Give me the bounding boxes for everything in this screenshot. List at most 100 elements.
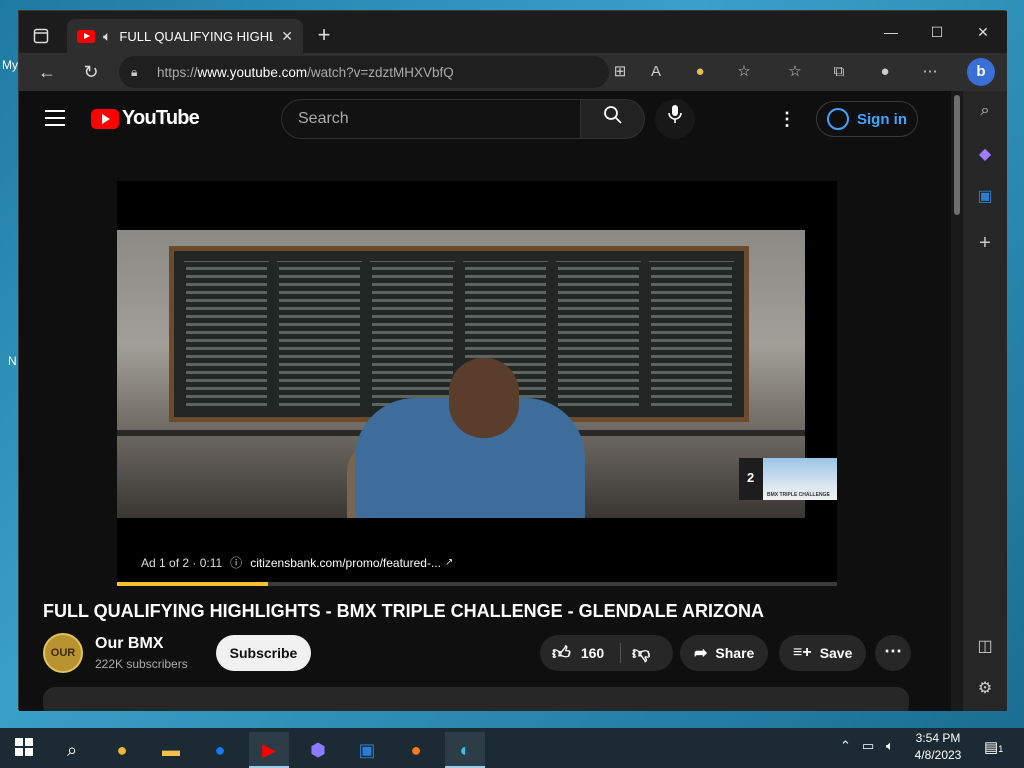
channel-avatar[interactable]: OUR BMX — [43, 633, 83, 673]
sign-in-label: Sign in — [857, 110, 907, 128]
app-available-icon[interactable]: ⊞ — [609, 61, 631, 83]
vertical-scrollbar[interactable] — [951, 91, 963, 711]
chrome-icon[interactable]: ● — [102, 732, 142, 768]
close-tab-icon[interactable]: ✕ — [281, 28, 293, 45]
outlook-icon[interactable]: ▣ — [347, 732, 387, 768]
dislike-button[interactable]: 👎︎ — [632, 635, 650, 671]
speaker-icon[interactable]: 🔈︎ — [103, 28, 111, 45]
close-window-button[interactable]: ✕ — [963, 19, 1003, 45]
info-icon[interactable]: ⓘ — [230, 554, 242, 571]
youtube-logo-icon — [91, 108, 119, 129]
tab-bar: 🔈︎ FULL QUALIFYING HIGHLIGHTS ✕ + — ☐ ✕ — [19, 11, 1007, 53]
network-icon[interactable]: ▭ — [862, 738, 874, 754]
notifications-icon[interactable]: ▤1 — [984, 738, 1003, 756]
search-input[interactable]: Search — [281, 99, 581, 139]
facebook-icon[interactable]: ● — [200, 732, 240, 768]
external-link-icon[interactable]: ↗ — [445, 557, 453, 568]
ad-url-link[interactable]: citizensbank.com/promo/featured-... — [250, 556, 441, 570]
maximize-button[interactable]: ☐ — [917, 19, 957, 45]
add-favorite-icon[interactable]: ☆ — [733, 61, 755, 83]
sign-in-button[interactable]: Sign in — [816, 101, 918, 137]
profile-icon[interactable]: ● — [874, 61, 896, 83]
tab-youtube[interactable]: 🔈︎ FULL QUALIFYING HIGHLIGHTS ✕ — [67, 19, 303, 53]
subscriber-count: 222K subscribers — [95, 657, 188, 671]
new-tab-button[interactable]: + — [311, 23, 337, 49]
youtube-header: YouTube Search ⋮ Sign in — [19, 91, 951, 147]
share-button[interactable]: ➦ Share — [680, 635, 769, 671]
tab-actions-icon[interactable] — [25, 20, 57, 52]
file-explorer-icon[interactable]: ▬ — [151, 732, 191, 768]
account-icon — [827, 108, 849, 130]
ad-video-frame — [117, 230, 805, 518]
share-icon: ➦ — [694, 645, 708, 662]
search-button[interactable] — [581, 99, 645, 139]
collections-icon[interactable]: ⧉ — [828, 61, 850, 83]
clock[interactable]: 3:54 PM 4/8/2023 — [908, 730, 968, 764]
refresh-icon[interactable]: ↻ — [77, 58, 105, 86]
more-actions-button[interactable]: ⋯ — [875, 635, 911, 671]
url-prefix: https:// — [157, 64, 198, 80]
search-icon[interactable]: ⌕ — [52, 732, 92, 768]
desktop-icon-label[interactable]: N — [8, 354, 17, 368]
youtube-logo-text: YouTube — [122, 107, 200, 129]
url-path: /watch?v=zdztMHXVbfQ — [307, 64, 454, 80]
url-host: www.youtube.com — [197, 64, 308, 80]
up-next-ad-thumbnail[interactable]: 2 BMX TRIPLE CHALLENGE — [739, 458, 837, 500]
subscribe-button[interactable]: Subscribe — [216, 635, 311, 671]
like-dislike-bar: 👍︎ 160 👎︎ — [540, 635, 673, 671]
video-player[interactable]: 2 BMX TRIPLE CHALLENGE Ad 1 of 2 · 0:11 … — [117, 181, 837, 586]
browser-window: 🔈︎ FULL QUALIFYING HIGHLIGHTS ✕ + — ☐ ✕ … — [18, 10, 1007, 711]
browser-toolbar: ← ↻ 🔒︎ https://www.youtube.com/watch?v=z… — [19, 53, 1007, 91]
youtube-icon[interactable]: ▶ — [249, 732, 289, 768]
edge-icon[interactable]: ◐ — [445, 732, 485, 768]
ad-info: Ad 1 of 2 · 0:11 ⓘ citizensbank.com/prom… — [141, 554, 453, 571]
thumbnail-text: BMX TRIPLE CHALLENGE — [767, 492, 830, 498]
back-icon[interactable]: ← — [33, 58, 61, 86]
thumbs-up-icon: 👍︎ — [552, 643, 571, 663]
firefox-icon[interactable]: ● — [396, 732, 436, 768]
more-options-icon[interactable]: ⋮ — [775, 107, 799, 131]
clock-time: 3:54 PM — [915, 731, 961, 745]
ad-count: 2 — [747, 470, 755, 485]
read-aloud-icon[interactable]: A — [645, 61, 667, 83]
youtube-logo[interactable]: YouTube — [91, 107, 200, 130]
share-label: Share — [715, 645, 755, 661]
volume-icon[interactable]: 🔈︎ — [886, 738, 894, 754]
add-sidebar-app-icon[interactable]: + — [973, 231, 997, 255]
hide-sidebar-icon[interactable]: ◫ — [973, 635, 997, 659]
lock-icon[interactable]: 🔒︎ — [131, 65, 145, 79]
desktop-icon-label[interactable]: My — [2, 58, 18, 72]
save-button[interactable]: ≡+ Save — [779, 635, 867, 671]
address-bar[interactable]: 🔒︎ https://www.youtube.com/watch?v=zdztM… — [119, 56, 609, 88]
clock-date: 4/8/2023 — [914, 748, 962, 762]
search-icon[interactable]: ⌕ — [973, 99, 997, 123]
coupons-icon[interactable]: ● — [689, 61, 711, 83]
like-button[interactable]: 👍︎ 160 — [552, 635, 604, 671]
menu-icon[interactable] — [45, 110, 65, 126]
thumbnail-image: BMX TRIPLE CHALLENGE — [763, 458, 837, 500]
settings-more-icon[interactable]: ⋯ — [919, 61, 941, 83]
description-box[interactable] — [43, 687, 909, 711]
chevron-up-icon[interactable]: ⌃ — [840, 738, 851, 754]
microphone-icon — [668, 105, 682, 123]
minimize-button[interactable]: — — [871, 19, 911, 45]
shopping-icon[interactable]: ◆ — [973, 143, 997, 167]
youtube-favicon-icon — [77, 29, 95, 43]
gear-icon[interactable]: ⚙ — [973, 677, 997, 701]
customer-head — [449, 358, 519, 438]
tab-title: FULL QUALIFYING HIGHLIGHTS — [119, 28, 274, 44]
search-icon — [603, 106, 622, 124]
outlook-icon[interactable]: ▣ — [973, 185, 997, 209]
bing-chat-icon[interactable]: b — [967, 58, 995, 86]
scrollbar-thumb[interactable] — [954, 95, 960, 215]
save-label: Save — [819, 645, 853, 661]
edge-sidebar: ⌕ ◆ ▣ + ◫ ⚙ — [963, 91, 1007, 711]
add-to-playlist-icon: ≡+ — [793, 644, 812, 661]
voice-search-button[interactable] — [655, 99, 695, 139]
app-icon[interactable]: ⬢ — [298, 732, 338, 768]
start-icon[interactable] — [4, 732, 44, 768]
favorites-icon[interactable]: ☆ — [784, 61, 806, 83]
ad-progress-fill — [117, 582, 269, 586]
channel-name[interactable]: Our BMX — [95, 635, 163, 653]
ad-progress-bar[interactable] — [117, 582, 837, 586]
